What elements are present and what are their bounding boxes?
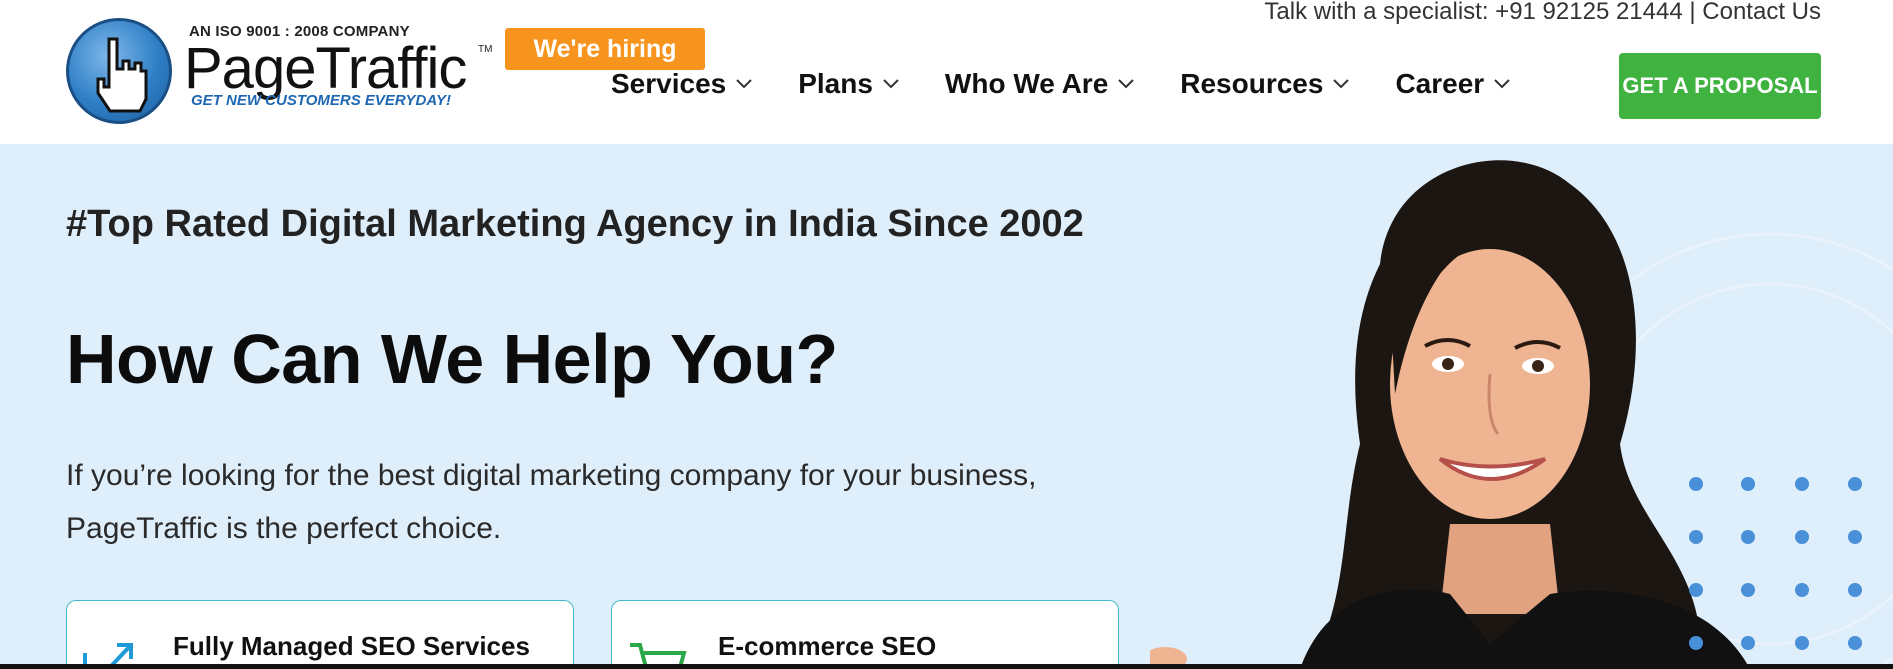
nav-item-services[interactable]: Services: [611, 68, 752, 100]
specialist-phone-link[interactable]: Talk with a specialist: +91 92125 21444: [1264, 0, 1682, 25]
decorative-dots: [1689, 477, 1862, 650]
topbar-contact: Talk with a specialist: +91 92125 21444 …: [1264, 0, 1821, 24]
hero-intro-text: If you’re looking for the best digital m…: [66, 459, 1037, 545]
nav-item-label: Services: [611, 68, 727, 99]
hero-headline: How Can We Help You?: [66, 320, 838, 398]
nav-item-label: Resources: [1180, 68, 1324, 99]
get-proposal-button[interactable]: GET A PROPOSAL: [1619, 53, 1821, 119]
hiring-badge[interactable]: We're hiring: [505, 28, 705, 70]
nav-item-who-we-are[interactable]: Who We Are: [945, 68, 1134, 100]
hero-tagline: #Top Rated Digital Marketing Agency in I…: [66, 203, 1084, 245]
service-card-ecommerce-seo[interactable]: E-commerce SEO: [611, 600, 1119, 669]
nav-item-label: Career: [1395, 68, 1485, 99]
contact-us-link[interactable]: Contact Us: [1702, 0, 1821, 25]
chevron-down-icon: [883, 79, 899, 89]
topbar-separator: |: [1689, 0, 1696, 25]
chevron-down-icon: [1494, 79, 1510, 89]
chevron-down-icon: [736, 79, 752, 89]
bottom-border: [0, 664, 1893, 669]
nav-item-label: Who We Are: [944, 68, 1109, 99]
service-card-seo[interactable]: Fully Managed SEO Services: [66, 600, 574, 669]
nav-item-label: Plans: [798, 68, 873, 99]
nav-item-plans[interactable]: Plans: [798, 68, 899, 100]
cursor-hand-icon: [66, 18, 172, 124]
pagetraffic-logo[interactable]: AN ISO 9001 : 2008 COMPANY PageTraffic T…: [66, 16, 496, 126]
chevron-down-icon: [1333, 79, 1350, 89]
nav-item-career[interactable]: Career: [1395, 68, 1510, 100]
chevron-down-icon: [1118, 79, 1134, 89]
logo-tagline: GET NEW CUSTOMERS EVERYDAY!: [191, 92, 452, 109]
hero-section: #Top Rated Digital Marketing Agency in I…: [0, 144, 1893, 669]
card-title: Fully Managed SEO Services: [173, 631, 530, 661]
logo-trademark: TM: [478, 44, 493, 55]
site-header: AN ISO 9001 : 2008 COMPANY PageTraffic T…: [0, 0, 1893, 144]
logo-brand-name: PageTraffic: [184, 36, 467, 101]
main-nav: Services Plans Who We Are Resources Care…: [611, 68, 1556, 100]
card-title: E-commerce SEO: [718, 631, 937, 661]
nav-item-resources[interactable]: Resources: [1180, 68, 1350, 100]
